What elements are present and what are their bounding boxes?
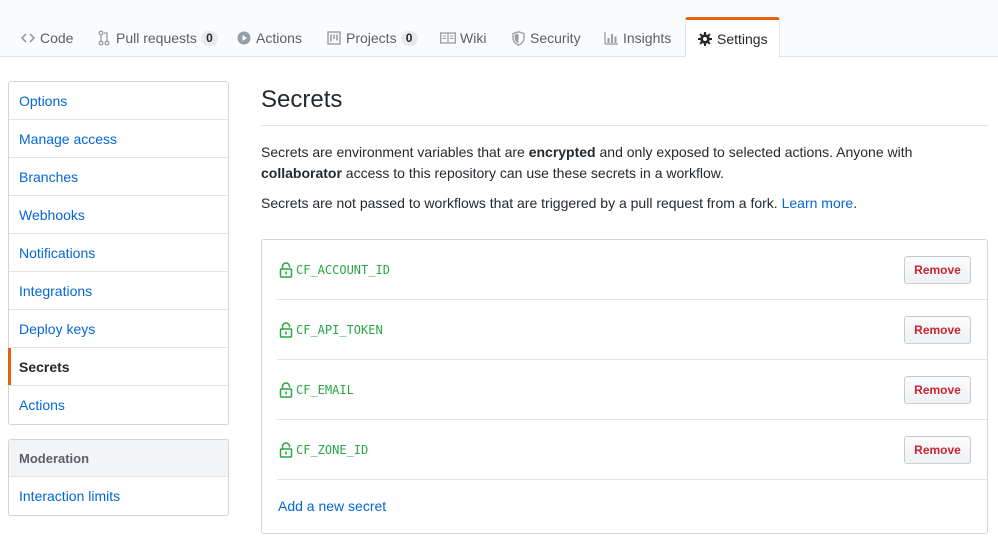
sidebar-item-branches[interactable]: Branches (9, 158, 228, 196)
description-text: and only exposed to selected actions. An… (595, 144, 913, 160)
code-icon (20, 30, 36, 46)
tab-label: Security (530, 30, 581, 46)
sidebar-item-webhooks[interactable]: Webhooks (9, 196, 228, 234)
tab-code[interactable]: Code (20, 19, 73, 57)
tab-label: Wiki (460, 30, 487, 46)
sidebar-item-options[interactable]: Options (9, 82, 228, 120)
pull-request-icon (96, 30, 112, 46)
sidebar-item-deploy-keys[interactable]: Deploy keys (9, 310, 228, 348)
description-text: Secrets are environment variables that a… (261, 144, 529, 160)
description-emphasis-collaborator: collaborator (261, 165, 342, 181)
learn-more-link[interactable]: Learn more (782, 195, 854, 211)
tab-label: Code (40, 30, 74, 46)
secret-name: CF_API_TOKEN (296, 322, 383, 337)
tab-security[interactable]: Security (510, 19, 581, 57)
sidebar-item-integrations[interactable]: Integrations (9, 272, 228, 310)
tab-label: Settings (717, 30, 768, 47)
moderation-heading: Moderation (9, 440, 228, 477)
moderation-sidebar: Moderation Interaction limits (8, 439, 229, 516)
repo-nav-tabs: Code Pull requests 0 Actions Projects 0 … (0, 0, 998, 58)
secret-row: CF_API_TOKEN Remove (277, 300, 987, 360)
description-text: access to this repository can use these … (341, 165, 724, 181)
secrets-description: Secrets are environment variables that a… (261, 142, 988, 184)
pull-requests-count: 0 (200, 30, 218, 46)
secret-name: CF_ACCOUNT_ID (296, 262, 390, 277)
play-icon (236, 30, 252, 46)
fork-note: Secrets are not passed to workflows that… (261, 193, 988, 214)
fork-note-text: Secrets are not passed to workflows that… (261, 195, 782, 211)
settings-sidebar: Options Manage access Branches Webhooks … (8, 81, 229, 425)
graph-icon (603, 30, 619, 46)
add-new-secret-link[interactable]: Add a new secret (278, 498, 386, 514)
book-icon (440, 30, 456, 46)
secrets-main: Secrets Secrets are environment variable… (261, 82, 988, 534)
tab-label: Actions (256, 30, 302, 46)
tab-actions[interactable]: Actions (236, 19, 302, 57)
description-emphasis-encrypted: encrypted (528, 144, 596, 160)
project-icon (326, 30, 342, 46)
secret-name: CF_ZONE_ID (296, 442, 369, 457)
shield-icon (510, 30, 526, 46)
tab-pull-requests[interactable]: Pull requests 0 (96, 19, 218, 57)
tab-label: Projects (346, 30, 397, 46)
tab-label: Insights (623, 30, 672, 46)
lock-icon (279, 261, 293, 278)
fork-note-end: . (853, 195, 858, 211)
secret-row: CF_ZONE_ID Remove (277, 420, 987, 480)
tab-projects[interactable]: Projects 0 (326, 19, 418, 57)
sidebar-item-secrets[interactable]: Secrets (8, 348, 228, 386)
remove-secret-button[interactable]: Remove (904, 436, 971, 464)
lock-icon (279, 381, 293, 398)
sidebar-item-notifications[interactable]: Notifications (9, 234, 228, 272)
secret-row: CF_ACCOUNT_ID Remove (277, 240, 987, 300)
sidebar-item-actions[interactable]: Actions (9, 386, 228, 424)
remove-secret-button[interactable]: Remove (904, 316, 971, 344)
lock-icon (279, 441, 293, 458)
page-title: Secrets (261, 82, 988, 126)
tab-label: Pull requests (116, 30, 197, 46)
gear-icon (697, 31, 713, 47)
lock-icon (279, 321, 293, 338)
secret-row: CF_EMAIL Remove (277, 360, 987, 420)
sidebar-item-interaction-limits[interactable]: Interaction limits (9, 477, 228, 515)
secret-name: CF_EMAIL (296, 382, 354, 397)
sidebar-item-manage-access[interactable]: Manage access (9, 120, 228, 158)
projects-count: 0 (400, 30, 418, 46)
tab-insights[interactable]: Insights (603, 19, 671, 57)
tab-wiki[interactable]: Wiki (440, 19, 486, 57)
secrets-list: CF_ACCOUNT_ID Remove CF_API_TOKEN Remove… (261, 239, 988, 534)
remove-secret-button[interactable]: Remove (904, 256, 971, 284)
remove-secret-button[interactable]: Remove (904, 376, 971, 404)
tab-settings[interactable]: Settings (685, 17, 780, 58)
